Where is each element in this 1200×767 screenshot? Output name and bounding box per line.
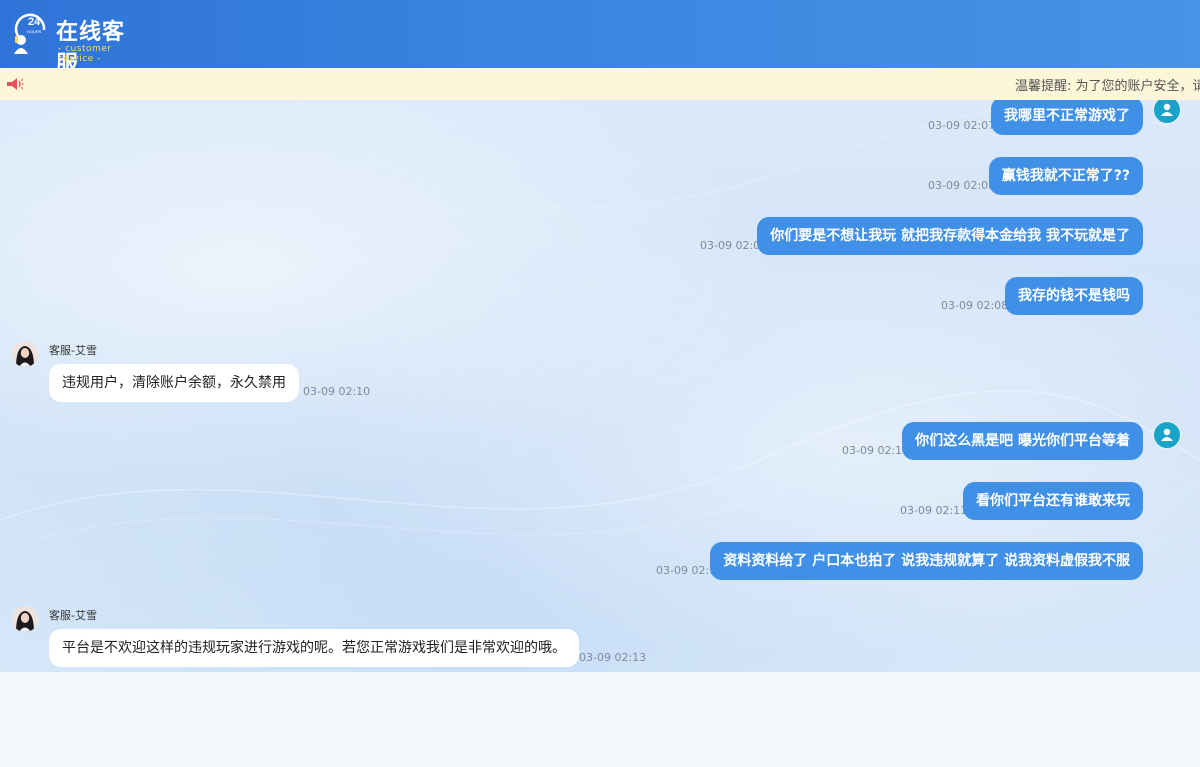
- app-subtitle: - customer service -: [58, 44, 112, 64]
- user-message: 你们这么黑是吧 曝光你们平台等着: [902, 422, 1143, 460]
- message-time: 03-09 02:10: [303, 385, 371, 398]
- message-time: 03-09 02:07: [928, 119, 996, 132]
- agent-portrait-icon: [12, 341, 38, 367]
- user-icon: [1161, 103, 1173, 116]
- user-message: 你们要是不想让我玩 就把我存款得本金给我 我不玩就是了: [757, 217, 1143, 255]
- message-time: 03-09 02:10: [842, 444, 910, 457]
- message-time: 03-09 02:08: [928, 179, 996, 192]
- message-time: 03-09 02:11: [900, 504, 968, 517]
- user-message: 看你们平台还有谁敢来玩: [963, 482, 1143, 520]
- user-message: 赢钱我就不正常了??: [988, 157, 1143, 195]
- agent-message: 违规用户，清除账户余额，永久禁用: [49, 364, 299, 402]
- chat-footer-area: [0, 672, 1200, 767]
- user-message: 我存的钱不是钱吗: [1005, 277, 1143, 315]
- notice-bar: 温馨提醒: 为了您的账户安全，请: [0, 68, 1200, 101]
- user-message: 我哪里不正常游戏了: [991, 100, 1143, 135]
- header-bar: 24 HOURS 在线客服 - customer service -: [0, 0, 1200, 77]
- message-time: 03-09 02:13: [579, 651, 647, 664]
- chat-messages[interactable]: 03-09 02:07 我哪里不正常游戏了 03-09 02:08 赢钱我就不正…: [0, 100, 1200, 672]
- logo-24: 24: [28, 16, 41, 28]
- message-time: 03-09 02:08: [941, 299, 1009, 312]
- user-avatar: [1153, 421, 1181, 449]
- agent-avatar: [12, 606, 38, 632]
- notice-text: 温馨提醒: 为了您的账户安全，请: [1015, 79, 1200, 94]
- agent-message: 平台是不欢迎这样的违规玩家进行游戏的呢。若您正常游戏我们是非常欢迎的哦。: [49, 629, 579, 667]
- user-icon: [1161, 428, 1173, 441]
- megaphone-icon: [7, 78, 24, 90]
- logo-hours: HOURS: [27, 29, 42, 34]
- logo: 24 HOURS 在线客服 - customer service -: [10, 8, 140, 77]
- agent-name: 客服-艾雪: [49, 609, 97, 622]
- agent-avatar: [12, 341, 38, 367]
- agent-name: 客服-艾雪: [49, 344, 97, 357]
- user-message: 资料资料给了 户口本也拍了 说我违规就算了 说我资料虚假我不服: [710, 542, 1143, 580]
- agent-portrait-icon: [12, 606, 38, 632]
